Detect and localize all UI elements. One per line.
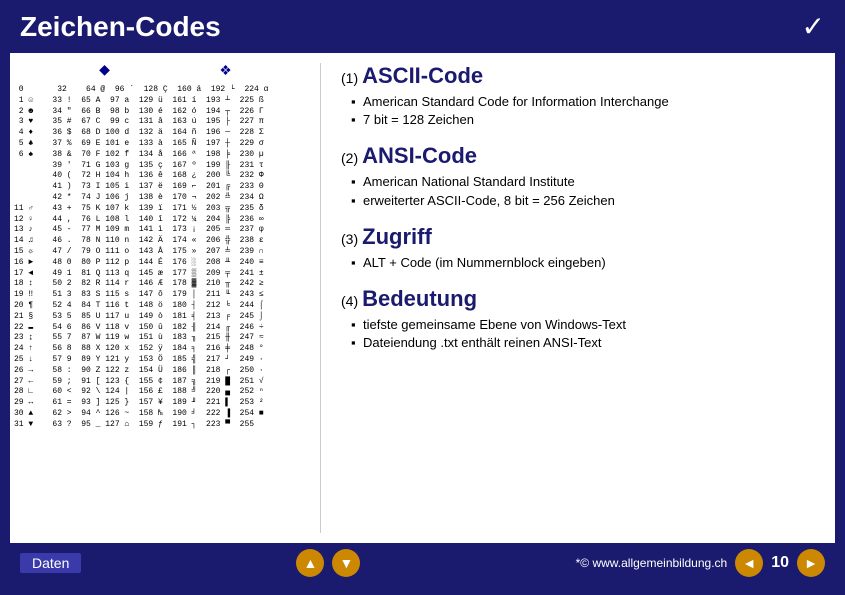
ascii-table-section: ◆ ❖ 0 32 64 @ 96 ` 128 Ç 160 á 192 └ 224… — [10, 53, 320, 543]
info-heading-1: ASCII-Code — [362, 63, 483, 88]
info-item-3-1: ALT + Code (im Nummernblock eingeben) — [351, 254, 815, 272]
info-item-2-2: erweiterter ASCII-Code, 8 bit = 256 Zeic… — [351, 192, 815, 210]
info-block-4: (4)Bedeutung tiefste gemeinsame Ebene von… — [341, 286, 815, 352]
page-prev-button[interactable]: ◄ — [735, 549, 763, 577]
info-number-1: (1) — [341, 70, 358, 86]
footer: Daten ▲ ▼ *© www.allgemeinbildung.ch ◄ 1… — [0, 543, 845, 583]
info-heading-4: Bedeutung — [362, 286, 477, 311]
info-block-3: (3)Zugriff ALT + Code (im Nummernblock ei… — [341, 224, 815, 272]
info-item-1-2: 7 bit = 128 Zeichen — [351, 111, 815, 129]
info-number-2: (2) — [341, 150, 358, 166]
info-heading-2: ANSI-Code — [362, 143, 477, 168]
diamond-icons: ◆ ❖ — [14, 59, 316, 81]
page-next-button[interactable]: ► — [797, 549, 825, 577]
info-block-2: (2)ANSI-Code American National Standard I… — [341, 143, 815, 209]
diamond-icon-1: ◆ — [99, 59, 110, 81]
page-number: 10 — [771, 554, 789, 572]
info-section: (1)ASCII-Code American Standard Code for … — [321, 53, 835, 543]
nav-up-button[interactable]: ▲ — [296, 549, 324, 577]
header-checkmark: ✓ — [802, 10, 825, 43]
diamond-icon-2: ❖ — [220, 59, 231, 81]
footer-nav[interactable]: ▲ ▼ — [296, 549, 360, 577]
nav-down-button[interactable]: ▼ — [332, 549, 360, 577]
info-heading-3: Zugriff — [362, 224, 432, 249]
info-item-2-1: American National Standard Institute — [351, 173, 815, 191]
info-block-1: (1)ASCII-Code American Standard Code for … — [341, 63, 815, 129]
info-item-4-2: Dateiendung .txt enthält reinen ANSI-Tex… — [351, 334, 815, 352]
info-number-3: (3) — [341, 231, 358, 247]
info-item-4-1: tiefste gemeinsame Ebene von Windows-Tex… — [351, 316, 815, 334]
footer-right: *© www.allgemeinbildung.ch ◄ 10 ► — [576, 549, 825, 577]
footer-copyright: *© www.allgemeinbildung.ch — [576, 556, 728, 570]
footer-label: Daten — [20, 553, 81, 573]
info-item-1-1: American Standard Code for Information I… — [351, 93, 815, 111]
header-title: Zeichen-Codes — [20, 11, 221, 43]
ascii-table: 0 32 64 @ 96 ` 128 Ç 160 á 192 └ 224 α 1… — [14, 85, 316, 431]
header: Zeichen-Codes ✓ — [0, 0, 845, 53]
info-number-4: (4) — [341, 293, 358, 309]
